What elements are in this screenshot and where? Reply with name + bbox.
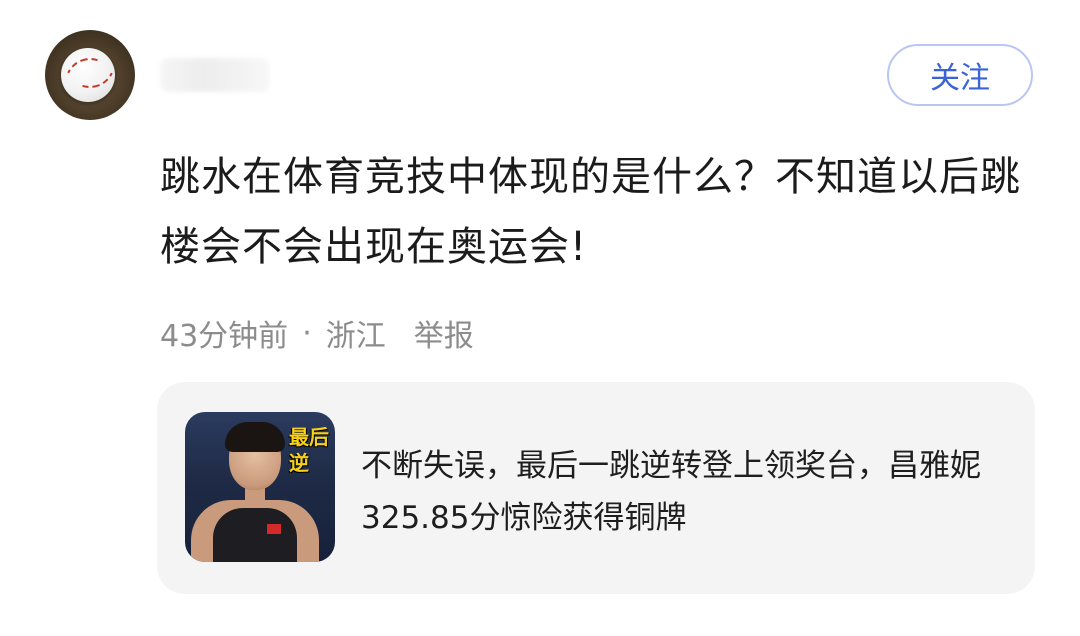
report-link[interactable]: 举报 (414, 311, 474, 355)
post-meta: 43分钟前 · 浙江 举报 (160, 308, 474, 358)
thumb-hair (225, 422, 285, 452)
flag-icon (267, 524, 281, 534)
linked-article-card[interactable]: 最后 逆 不断失误，最后一跳逆转登上领奖台，昌雅妮325.85分惊险获得铜牌 (157, 382, 1035, 594)
meta-separator: · (302, 315, 312, 351)
article-title: 不断失误，最后一跳逆转登上领奖台，昌雅妮325.85分惊险获得铜牌 (361, 448, 981, 536)
post-time: 43分钟前 (160, 319, 289, 354)
follow-button[interactable]: 关注 (887, 44, 1033, 106)
thumb-swimsuit (213, 508, 297, 562)
avatar[interactable] (45, 30, 135, 120)
article-thumbnail: 最后 逆 (185, 412, 335, 562)
post-text: 跳水在体育竞技中体现的是什么？不知道以后跳楼会不会出现在奥运会! (160, 154, 1021, 270)
username-blurred[interactable] (160, 58, 270, 92)
thumbnail-caption: 最后 逆 (289, 425, 329, 475)
post-location: 浙江 (325, 319, 386, 354)
